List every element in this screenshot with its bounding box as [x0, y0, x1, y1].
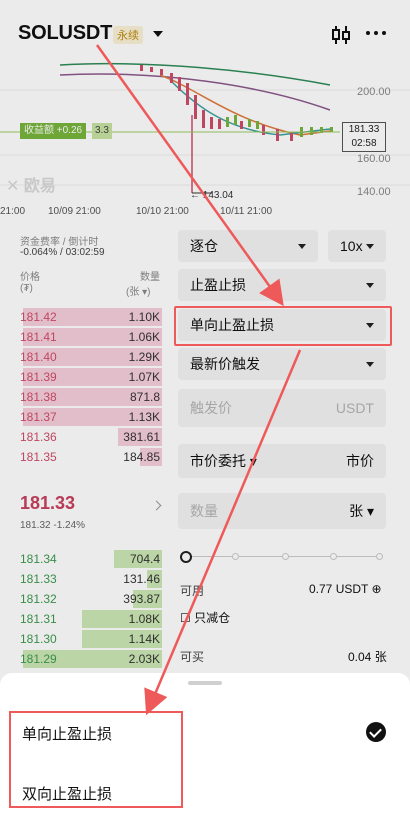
highlight-box — [9, 711, 183, 808]
sheet-handle[interactable] — [188, 681, 222, 685]
check-icon — [366, 722, 386, 742]
tpsl-mode-sheet: 单向止盈止损 双向止盈止损 — [0, 673, 410, 813]
highlight-box — [174, 306, 392, 346]
